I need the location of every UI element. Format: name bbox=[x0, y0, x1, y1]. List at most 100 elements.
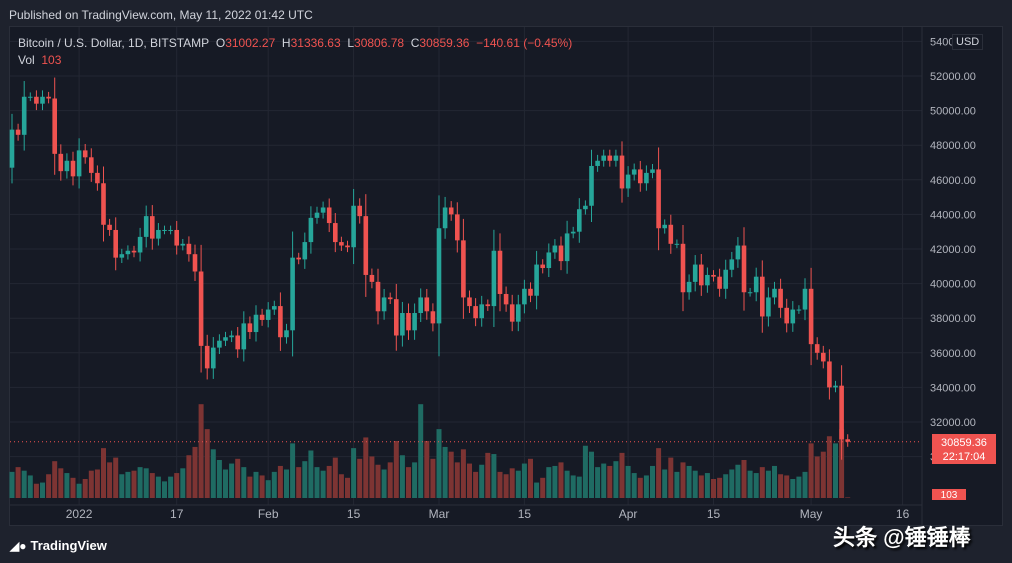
volume-bar bbox=[650, 465, 655, 498]
candle-body bbox=[21, 96, 27, 135]
candle-body bbox=[314, 212, 320, 218]
volume-bar bbox=[351, 448, 357, 498]
volume-bar bbox=[168, 476, 174, 498]
volume-bar bbox=[826, 436, 832, 498]
candle-body bbox=[156, 229, 161, 239]
volume-bar bbox=[131, 470, 137, 498]
candle-body bbox=[162, 229, 167, 231]
price-chart[interactable]: 30000.0032000.0034000.0036000.0038000.00… bbox=[0, 0, 1012, 563]
y-tick-label: 46000.00 bbox=[930, 175, 976, 187]
candle-body bbox=[89, 157, 94, 173]
candle-body bbox=[430, 311, 436, 324]
candle-body bbox=[802, 288, 808, 310]
low-label: L bbox=[347, 36, 355, 50]
volume-bar bbox=[259, 475, 265, 498]
candle-body bbox=[418, 297, 423, 314]
volume-bar bbox=[570, 475, 576, 498]
volume-bar bbox=[204, 429, 210, 498]
candle-body bbox=[82, 150, 88, 158]
candle-body bbox=[595, 160, 600, 166]
volume-bar bbox=[162, 481, 167, 498]
candle-body bbox=[699, 264, 704, 286]
volume-bar bbox=[534, 482, 540, 498]
candle-body bbox=[778, 288, 783, 308]
candle-body bbox=[296, 257, 301, 260]
volume-bar bbox=[454, 462, 460, 498]
volume-bar bbox=[692, 470, 698, 498]
volume-bar bbox=[784, 475, 790, 498]
volume-bar bbox=[759, 467, 765, 498]
volume-bar bbox=[302, 461, 308, 498]
tradingview-logo[interactable]: ◢● TradingView bbox=[10, 538, 107, 553]
volume-bar bbox=[113, 457, 119, 498]
candle-body bbox=[601, 155, 606, 161]
volume-bar bbox=[155, 476, 161, 498]
volume-bar bbox=[180, 468, 186, 498]
candle-body bbox=[668, 224, 674, 244]
candle-body bbox=[497, 250, 503, 294]
candle-body bbox=[686, 281, 692, 293]
candle-body bbox=[839, 385, 844, 440]
candle-body bbox=[412, 313, 417, 331]
candle-body bbox=[345, 245, 350, 248]
volume-bar bbox=[808, 443, 814, 498]
volume-bar bbox=[290, 443, 296, 498]
candle-body bbox=[631, 169, 637, 175]
volume-bar bbox=[723, 474, 729, 498]
volume-bar bbox=[589, 451, 594, 498]
candle-body bbox=[564, 233, 570, 262]
candle-body bbox=[662, 224, 667, 229]
candle-body bbox=[491, 250, 497, 307]
y-tick-label: 32000.00 bbox=[930, 417, 976, 429]
candle-body bbox=[186, 243, 192, 255]
volume-bar bbox=[814, 456, 820, 498]
change-value: −140.61 (−0.45%) bbox=[476, 36, 573, 50]
x-tick-label: 15 bbox=[518, 507, 532, 521]
volume-row: Vol 103 bbox=[18, 52, 572, 69]
tv-logo-text: TradingView bbox=[30, 538, 107, 553]
volume-bar bbox=[326, 465, 332, 498]
x-tick-label: May bbox=[800, 507, 823, 521]
volume-bar bbox=[271, 471, 277, 498]
candle-body bbox=[113, 229, 118, 258]
candle-body bbox=[613, 155, 619, 161]
candle-body bbox=[625, 174, 631, 189]
candle-body bbox=[101, 183, 106, 225]
volume-bar bbox=[223, 469, 228, 498]
candle-body bbox=[790, 309, 796, 324]
volume-bar bbox=[601, 463, 607, 498]
candle-body bbox=[211, 347, 216, 369]
candle-body bbox=[619, 155, 625, 189]
candle-body bbox=[796, 309, 802, 311]
high-label: H bbox=[281, 36, 291, 50]
candle-body bbox=[15, 129, 21, 135]
volume-bar bbox=[198, 404, 204, 498]
x-tick-label: 15 bbox=[347, 507, 361, 521]
y-tick-label: 38000.00 bbox=[930, 313, 976, 325]
volume-bar bbox=[747, 470, 753, 498]
y-tick-label: 52000.00 bbox=[930, 71, 976, 83]
candle-body bbox=[168, 229, 173, 231]
candle-body bbox=[406, 313, 411, 331]
candle-body bbox=[357, 205, 362, 217]
candle-body bbox=[333, 223, 338, 243]
candle-body bbox=[424, 297, 430, 312]
volume-bar bbox=[479, 464, 485, 498]
candle-body bbox=[375, 281, 381, 312]
volume-bar bbox=[424, 441, 430, 498]
candle-body bbox=[265, 309, 271, 320]
candle-body bbox=[76, 150, 82, 177]
candle-body bbox=[607, 155, 613, 161]
countdown-text: 22:17:04 bbox=[943, 451, 986, 463]
candle-body bbox=[741, 245, 747, 293]
currency-button[interactable]: USD bbox=[952, 34, 984, 50]
volume-bar bbox=[662, 469, 668, 498]
candle-body bbox=[638, 169, 643, 184]
candle-body bbox=[717, 276, 722, 289]
volume-bar bbox=[210, 449, 216, 498]
candle-body bbox=[442, 207, 448, 229]
symbol-title: Bitcoin / U.S. Dollar, 1D, BITSTAMP bbox=[18, 36, 210, 50]
volume-badge-text: 103 bbox=[941, 490, 958, 501]
candle-body bbox=[180, 243, 186, 246]
candle-body bbox=[223, 337, 228, 341]
